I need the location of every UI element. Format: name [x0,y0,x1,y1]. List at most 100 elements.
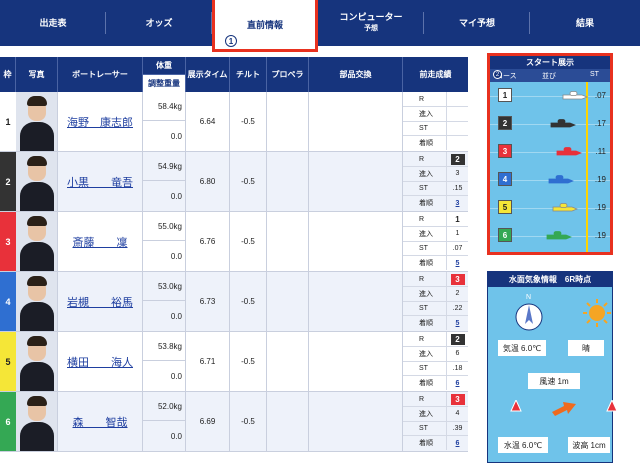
header-racer: ボートレーサー [58,57,143,92]
header-adjust-label: 調整重量 [143,74,185,92]
buoy-left-icon [510,398,522,412]
table-header: 枠 写真 ボートレーサー 体重 調整重量 展示タイム チルト プロペラ 部品交換… [0,57,468,92]
tab-results[interactable]: 結果 [530,0,640,46]
header-propeller: プロペラ [267,57,309,92]
weight-cell: 55.0kg 0.0 [143,212,186,271]
racer-weight: 58.4kg [143,92,186,121]
tab-sublabel: 予想 [363,25,378,32]
recent-race-badge: 3 [450,393,465,405]
recent-entry: 3 [455,170,460,178]
recent-rank-link[interactable]: 5 [447,256,468,270]
tab-odds[interactable]: オッズ [106,0,212,46]
step-badge: 1 [225,35,237,47]
wind-arrow-icon [550,400,578,418]
boat-icon [548,175,574,184]
table-row: 1 海野 康志郎 58.4kg 0.0 6.64 -0.5 R 進入 ST 着順 [0,92,468,152]
racer-name-link[interactable]: 海野 康志郎 [58,92,143,151]
recent-label: 進入 [403,346,447,361]
recent-label: ST [403,301,447,316]
recent-label: 進入 [403,286,447,301]
waku-number: 1 [0,92,16,151]
table-row: 6森 智哉 52.0kg 0.0 6.69 -0.5 R 3 進入 4 ST .39 着順 6 [0,392,468,452]
sun-icon [582,298,612,328]
racer-weight: 53.0kg [143,272,186,301]
tilt: -0.5 [230,212,267,271]
recent-rank-link[interactable]: 6 [447,436,468,450]
racer-photo [16,332,58,391]
recent-rank-link[interactable]: 3 [447,196,468,210]
parts-exchange [309,392,403,451]
tab-my-prediction[interactable]: マイ予想 [424,0,530,46]
propeller [267,92,309,151]
start-exhibit-columns: コース 並び ST 2 [490,69,610,82]
start-exhibit-title: スタート展示 [490,56,610,69]
racer-weight: 53.8kg [143,332,186,361]
exhibit-time: 6.73 [186,272,230,331]
recent-race-badge: 1 [450,213,465,225]
recent-st [447,122,468,136]
wave-height: 波高 1cm [568,437,610,453]
racer-weight: 54.9kg [143,152,186,181]
racer-name-link[interactable]: 斎藤 凜 [58,212,143,271]
recent-race-badge: 2 [450,153,465,165]
course-number: 5 [498,200,512,214]
course-number: 1 [498,88,512,102]
tab-pre-race-info[interactable]: 直前情報 1 [212,0,318,52]
table-row: 4 岩槻 裕馬 53.0kg 0.0 6.73 -0.5 R 3 進入 2 ST .22 着順 5 [0,272,468,332]
header-waku: 枠 [0,57,16,92]
header-weight-label: 体重 [156,60,172,70]
recent-entry [447,107,468,121]
recent-race-badge: 3 [450,273,465,285]
col-st: ST [590,71,599,78]
weight-adjust: 0.0 [170,312,182,321]
recent-entry: 4 [455,410,460,418]
racer-name-link[interactable]: 横田 海人 [58,332,143,391]
propeller [267,392,309,451]
compass-icon: N [514,294,544,332]
recent-results: R 1 進入 1 ST .07 着順 5 [403,212,468,271]
tab-label: マイ予想 [458,17,495,28]
recent-label: R [403,272,447,286]
recent-race-badge [451,94,465,105]
wind-speed: 風速 1m [528,373,580,389]
waku-number: 2 [0,152,16,211]
course-number: 4 [498,172,512,186]
start-timing: .11 [595,147,606,156]
recent-results: R 3 進入 2 ST .22 着順 5 [403,272,468,331]
recent-rank-link[interactable]: 5 [447,316,468,330]
weight-adjust: 0.0 [170,132,182,141]
weight-cell: 53.0kg 0.0 [143,272,186,331]
recent-label: 進入 [403,226,447,241]
recent-label: 着順 [403,136,447,151]
header-recent: 前走成績 [419,69,452,79]
course-number: 2 [498,116,512,130]
boat-icon [552,203,578,212]
start-timing: .17 [594,119,606,128]
racer-photo [16,392,58,451]
start-timing: .19 [594,175,606,184]
racer-name-link[interactable]: 森 智哉 [58,392,143,451]
compass-label: N [526,294,532,301]
parts-exchange [309,332,403,391]
racer-name-link[interactable]: 小黒 竜吾 [58,152,143,211]
exhibit-time: 6.76 [186,212,230,271]
header-photo: 写真 [16,57,58,92]
tab-entry-list[interactable]: 出走表 [0,0,106,46]
recent-rank-link[interactable] [447,136,468,150]
tilt: -0.5 [230,92,267,151]
parts-exchange [309,152,403,211]
racer-photo [16,152,58,211]
tab-computer-prediction[interactable]: コンピューター 予想 [318,0,424,46]
recent-label: 着順 [403,316,447,331]
recent-label: 進入 [403,106,447,121]
parts-exchange [309,212,403,271]
propeller [267,152,309,211]
start-exhibit-panel: スタート展示 コース 並び ST 2 1.07 2.17 3.11 4.19 5.19 6… [487,53,613,255]
recent-st: .39 [452,425,463,432]
tab-label: 出走表 [39,17,67,28]
tab-label: 結果 [575,17,594,28]
recent-rank-link[interactable]: 6 [447,376,468,390]
racer-name-link[interactable]: 岩槻 裕馬 [58,272,143,331]
recent-race-badge: 2 [450,333,465,345]
tilt: -0.5 [230,392,267,451]
